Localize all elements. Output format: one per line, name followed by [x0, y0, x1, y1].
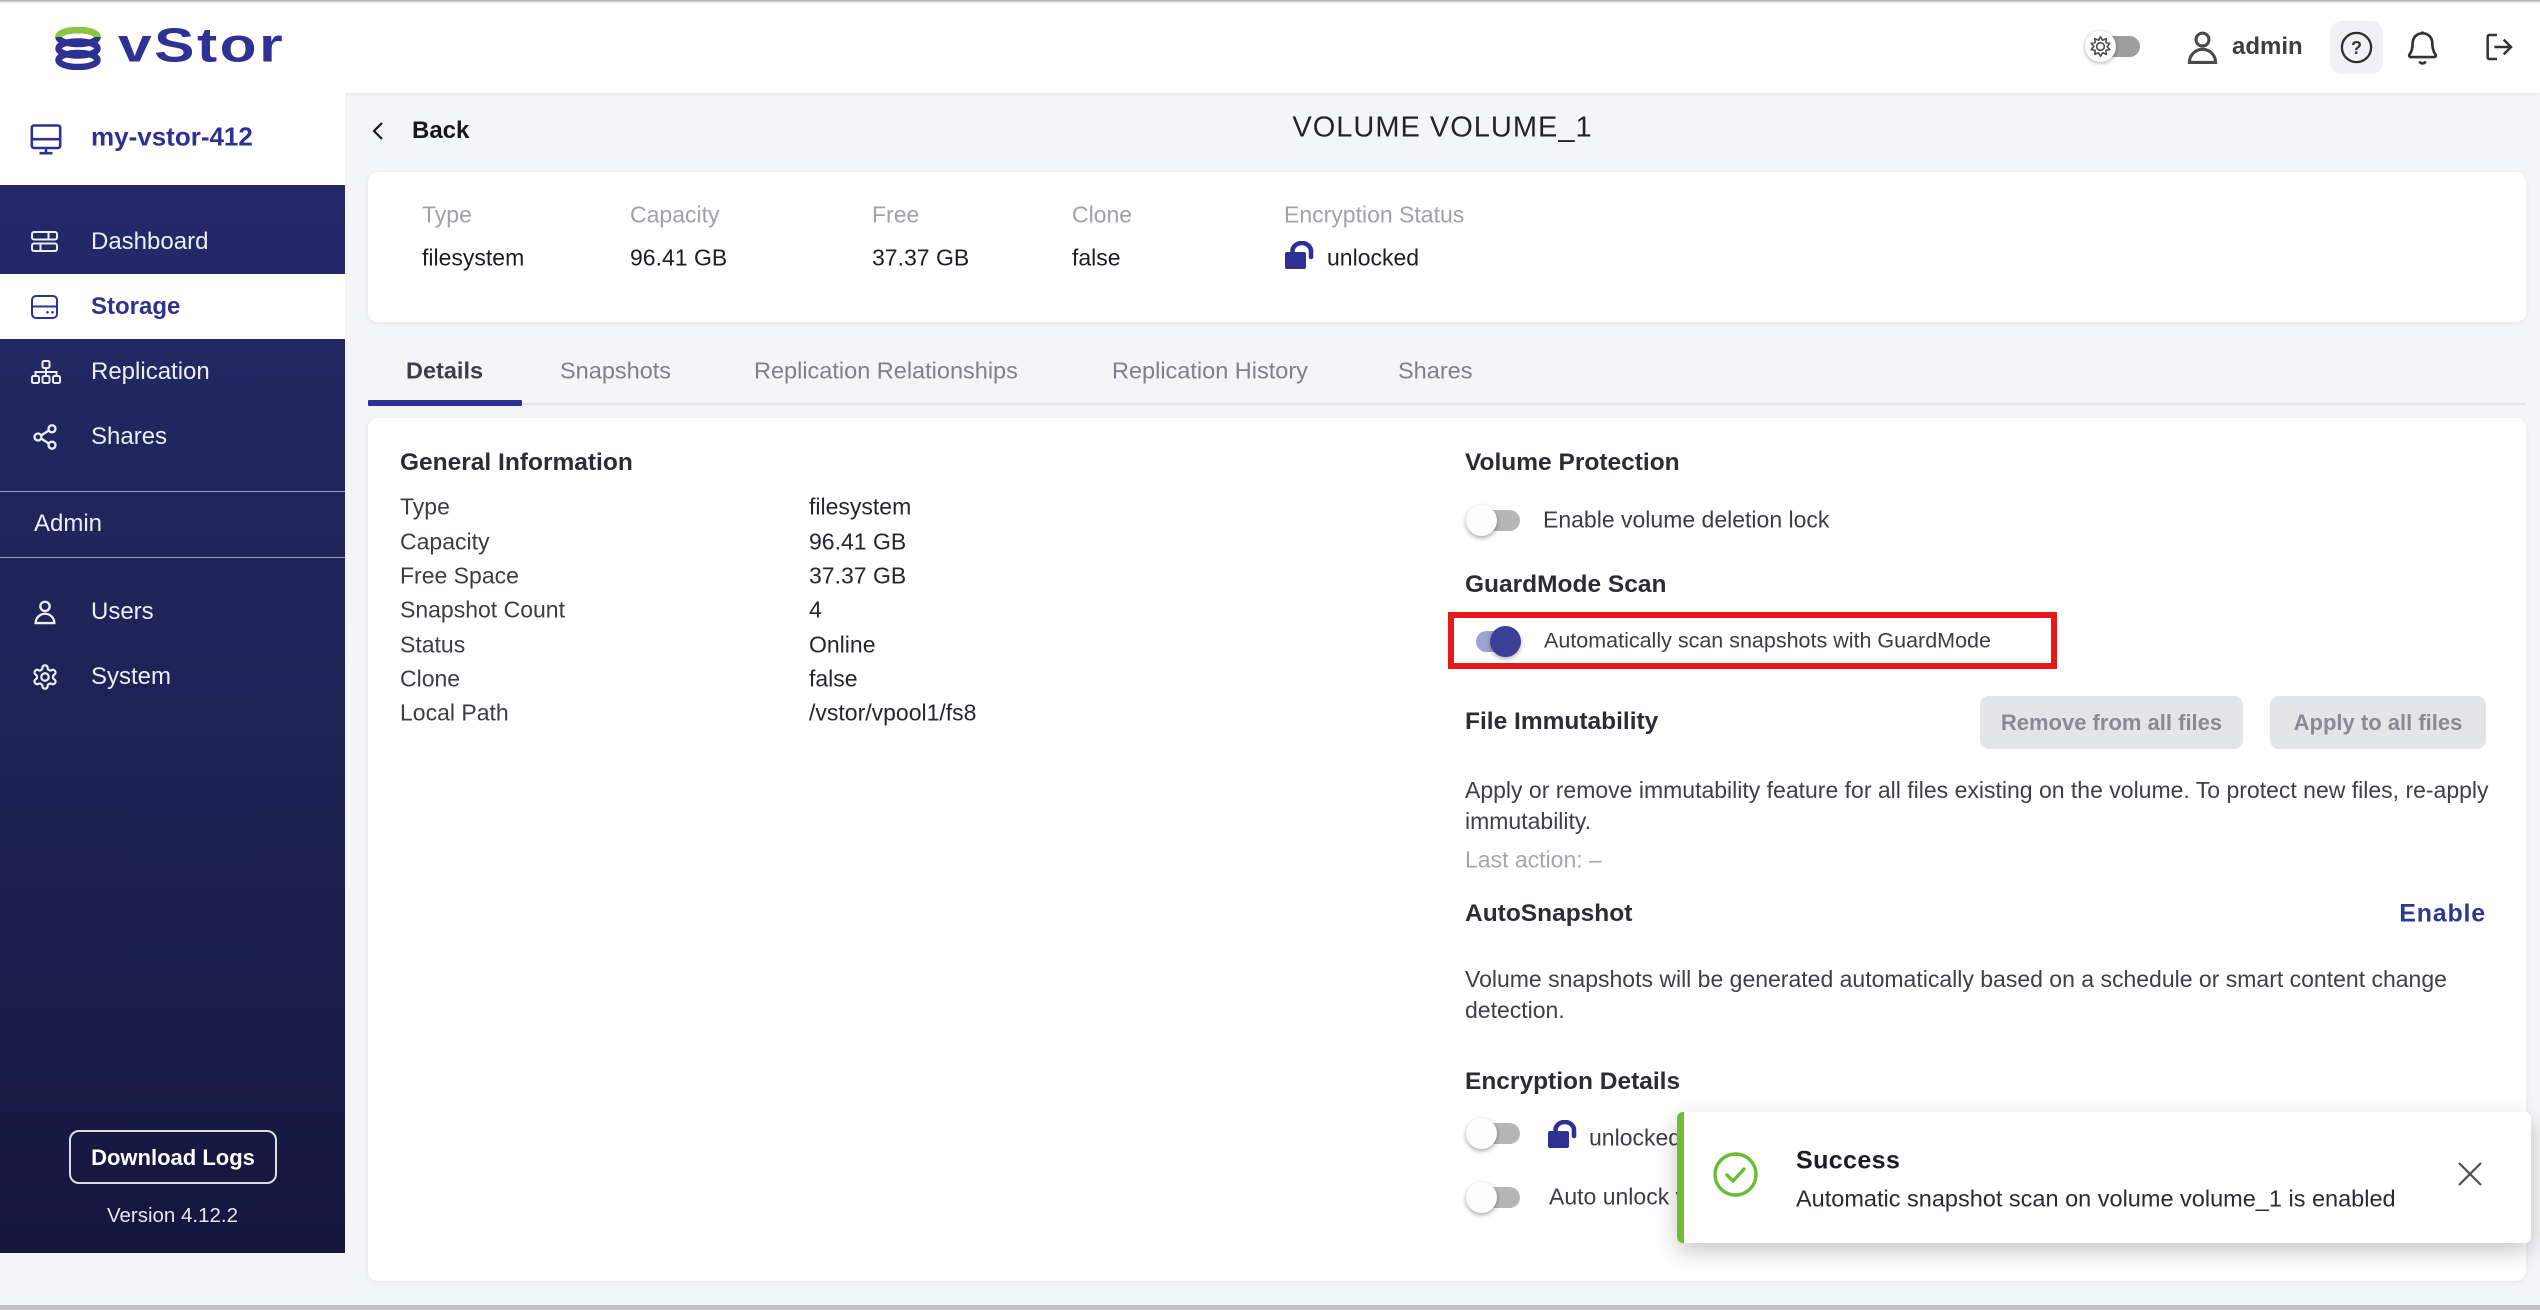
svg-text:?: ?	[2351, 38, 2362, 58]
